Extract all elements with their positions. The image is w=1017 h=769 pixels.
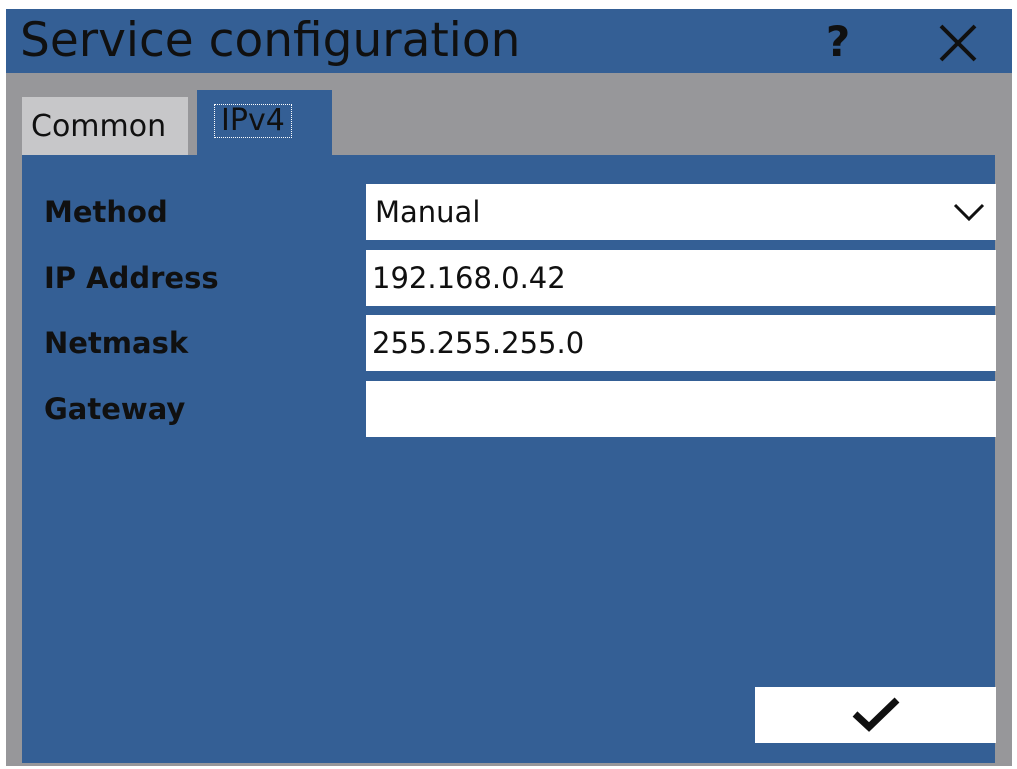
method-select[interactable]: Manual [366, 184, 996, 240]
service-configuration-dialog: Service configuration ? Common IPv4 Meth… [6, 9, 1012, 766]
ip-address-label: IP Address [44, 261, 219, 295]
dialog-title: Service configuration [20, 13, 521, 68]
gateway-field[interactable] [366, 381, 996, 437]
tab-ipv4-label: IPv4 [214, 104, 292, 138]
help-button[interactable]: ? [814, 17, 862, 66]
close-icon [939, 24, 977, 62]
chevron-down-icon [953, 203, 985, 222]
gateway-label: Gateway [44, 392, 186, 426]
method-value: Manual [375, 195, 481, 229]
confirm-button[interactable] [755, 687, 996, 743]
tab-common-label: Common [31, 109, 167, 144]
netmask-field[interactable]: 255.255.255.0 [366, 315, 996, 371]
ip-address-field[interactable]: 192.168.0.42 [366, 250, 996, 306]
method-label: Method [44, 195, 168, 229]
title-bar: Service configuration ? [6, 9, 1012, 73]
tab-ipv4[interactable]: IPv4 [197, 90, 332, 156]
close-button[interactable] [934, 19, 982, 67]
ipv4-panel: Method Manual IP Address 192.168.0.42 Ne… [22, 155, 996, 763]
netmask-label: Netmask [44, 326, 189, 360]
tab-common[interactable]: Common [22, 97, 188, 155]
checkmark-icon [852, 697, 900, 732]
